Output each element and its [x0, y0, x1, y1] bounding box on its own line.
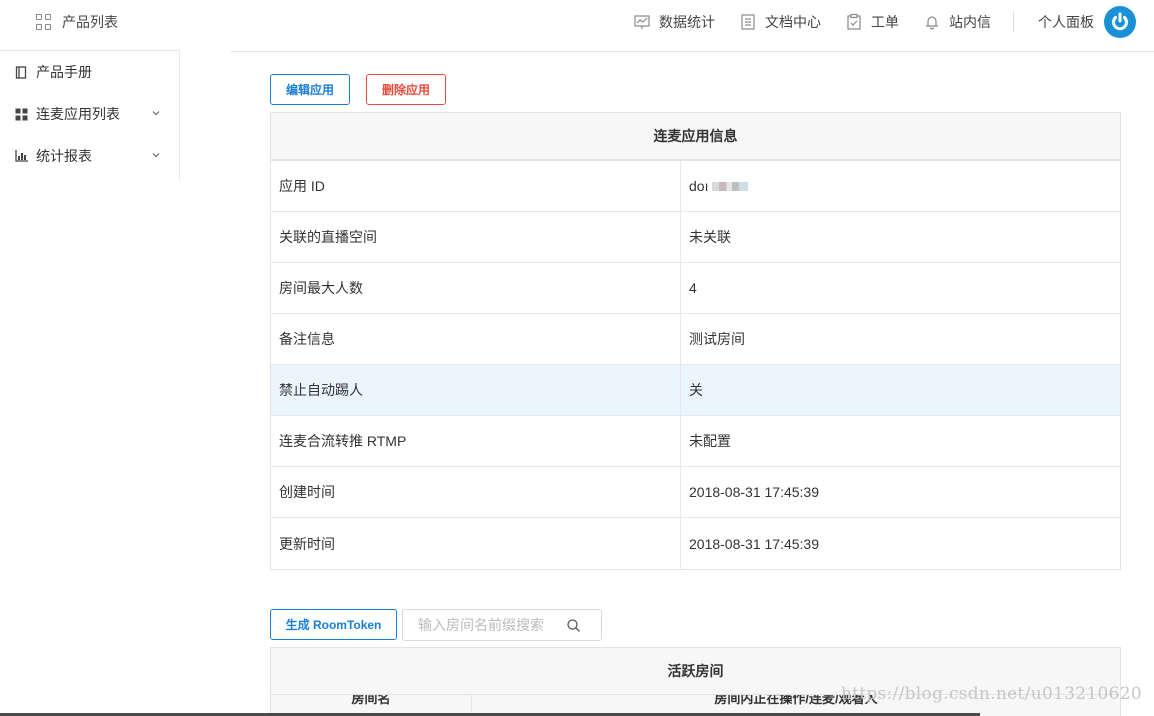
chevron-down-icon: [152, 111, 160, 116]
sidebar: 产品手册 连麦应用列表 统计报表: [0, 50, 180, 180]
clipboard-icon: [847, 13, 861, 30]
grid-icon: [14, 107, 28, 121]
row-value: 2018-08-31 17:45:39: [689, 535, 819, 552]
room-search: [402, 609, 602, 641]
table-row: 禁止自动踢人 关: [271, 365, 1120, 416]
row-key: 连麦合流转推 RTMP: [271, 416, 681, 466]
personal-panel-button[interactable]: 个人面板: [1038, 12, 1094, 32]
row-value: 未关联: [689, 229, 731, 245]
nav-data-stats-label: 数据统计: [659, 14, 715, 30]
app-info-title: 连麦应用信息: [271, 113, 1120, 161]
delete-app-button[interactable]: 删除应用: [366, 74, 446, 105]
table-row: 创建时间 2018-08-31 17:45:39: [271, 467, 1120, 518]
nav-messages-label: 站内信: [949, 14, 991, 30]
table-row: 应用 ID doı: [271, 161, 1120, 212]
edit-app-button[interactable]: 编辑应用: [270, 74, 350, 105]
sidebar-item-label: 产品手册: [36, 64, 92, 80]
avatar[interactable]: [1104, 6, 1136, 38]
row-value: 测试房间: [689, 331, 745, 347]
row-value: 未配置: [689, 433, 731, 449]
row-key: 创建时间: [271, 467, 681, 517]
product-list-label: 产品列表: [62, 14, 118, 30]
redacted-mask: [712, 181, 749, 191]
search-icon[interactable]: [566, 618, 581, 633]
document-icon: [741, 14, 755, 30]
generate-roomtoken-button[interactable]: 生成 RoomToken: [270, 609, 397, 640]
power-icon: [1112, 12, 1128, 31]
row-key: 禁止自动踢人: [271, 365, 681, 415]
chevron-down-icon: [152, 153, 160, 158]
nav-data-stats[interactable]: 数据统计: [633, 12, 715, 32]
row-key: 关联的直播空间: [271, 212, 681, 262]
sidebar-item-reports[interactable]: 统计报表: [0, 135, 179, 177]
personal-panel-label: 个人面板: [1038, 14, 1094, 30]
book-icon: [14, 65, 28, 79]
bar-chart-icon: [14, 149, 28, 163]
row-value: 关: [689, 382, 703, 398]
sidebar-item-manual[interactable]: 产品手册: [0, 51, 179, 93]
table-row: 更新时间 2018-08-31 17:45:39: [271, 518, 1120, 569]
top-bar: 产品列表 数据统计 文档中心 工单 站内信 个人面板: [0, 0, 1154, 44]
sidebar-item-label: 连麦应用列表: [36, 106, 120, 122]
content-divider: [230, 51, 1154, 52]
nav-tickets[interactable]: 工单: [845, 12, 899, 32]
app-info-table: 连麦应用信息 应用 ID doı 关联的直播空间 未关联 房间最大人数 4 备注…: [270, 112, 1121, 570]
room-search-input[interactable]: [418, 617, 568, 633]
nav-messages[interactable]: 站内信: [923, 12, 991, 32]
table-row: 备注信息 测试房间: [271, 314, 1120, 365]
row-key: 备注信息: [271, 314, 681, 364]
row-key: 更新时间: [271, 518, 681, 569]
apps-grid-icon: [36, 14, 52, 30]
row-value: doı: [681, 161, 1120, 211]
table-row: 房间最大人数 4: [271, 263, 1120, 314]
chart-board-icon: [634, 15, 650, 29]
table-row: 连麦合流转推 RTMP 未配置: [271, 416, 1120, 467]
row-key: 房间最大人数: [271, 263, 681, 313]
watermark: https://blog.csdn.net/u013210620: [840, 684, 1142, 704]
row-key: 应用 ID: [271, 161, 681, 211]
top-nav: 数据统计 文档中心 工单 站内信 个人面板: [609, 6, 1136, 38]
product-list-button[interactable]: 产品列表: [36, 12, 118, 32]
active-rooms-table: 活跃房间 房间名 房间内正在操作/连麦/观看人: [270, 647, 1121, 716]
app-id-value: doı: [689, 178, 709, 194]
row-value: 4: [689, 280, 697, 296]
sidebar-item-label: 统计报表: [36, 148, 92, 164]
nav-docs[interactable]: 文档中心: [739, 12, 821, 32]
table-row: 关联的直播空间 未关联: [271, 212, 1120, 263]
nav-tickets-label: 工单: [871, 14, 899, 30]
sidebar-item-app-list[interactable]: 连麦应用列表: [0, 93, 179, 135]
row-value: 2018-08-31 17:45:39: [689, 484, 819, 500]
bell-icon: [925, 16, 939, 30]
nav-docs-label: 文档中心: [765, 14, 821, 30]
nav-divider: [1013, 12, 1014, 32]
